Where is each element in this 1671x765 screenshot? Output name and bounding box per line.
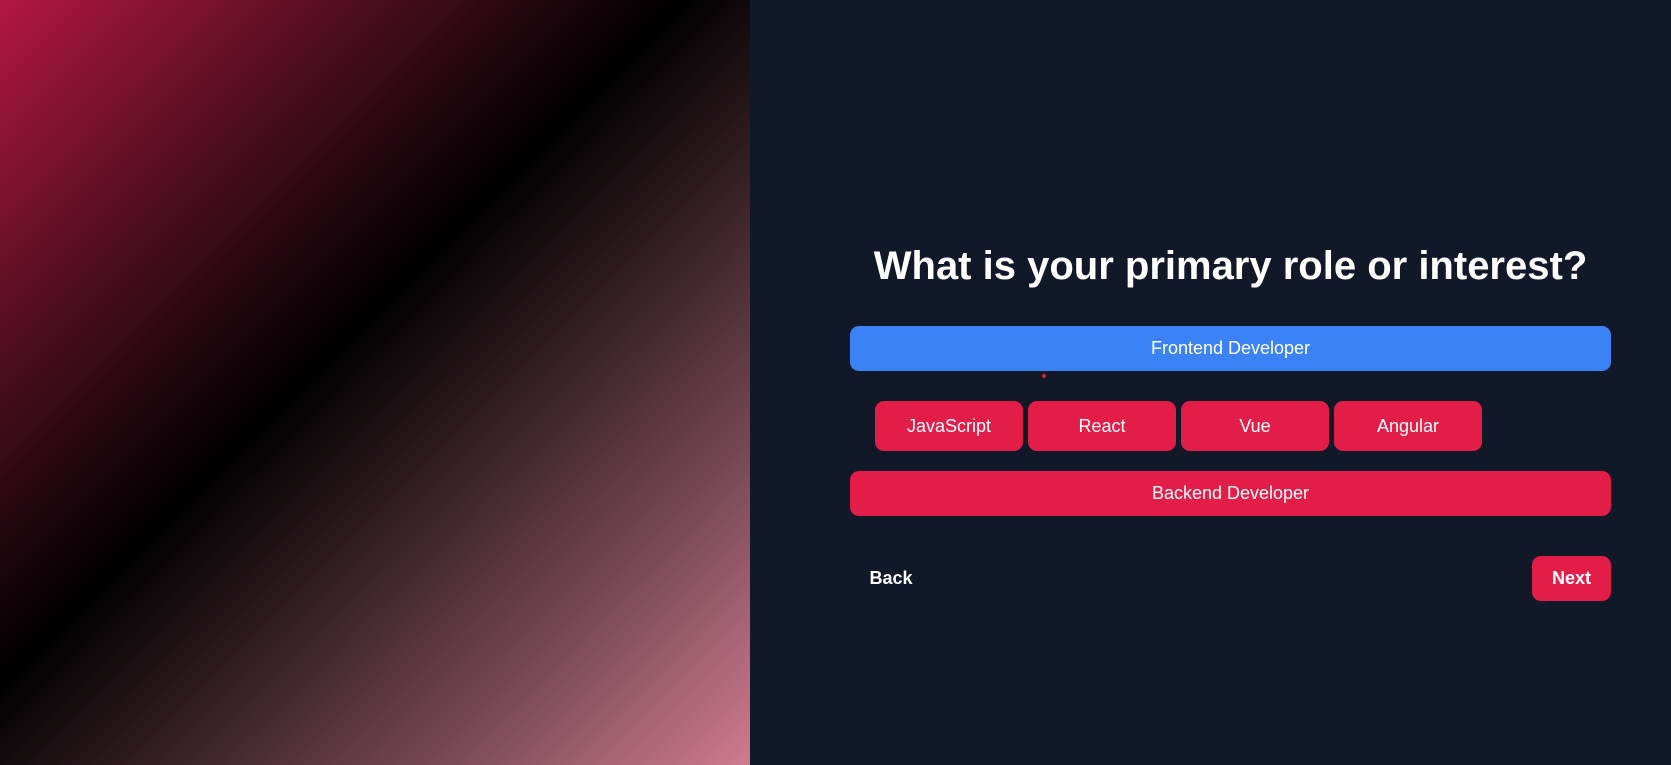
back-button[interactable]: Back bbox=[850, 556, 932, 601]
sub-option-react[interactable]: React bbox=[1028, 401, 1176, 451]
question-title: What is your primary role or interest? bbox=[873, 244, 1588, 288]
onboarding-page: What is your primary role or interest? F… bbox=[0, 0, 1671, 765]
sub-option-javascript[interactable]: JavaScript bbox=[875, 401, 1023, 451]
next-button[interactable]: Next bbox=[1532, 556, 1611, 601]
gradient-panel bbox=[0, 0, 750, 765]
option-frontend-developer[interactable]: Frontend Developer bbox=[850, 326, 1611, 371]
sub-options-group: JavaScript React Vue Angular bbox=[875, 401, 1482, 451]
indicator-dot bbox=[1042, 374, 1046, 378]
sub-option-vue[interactable]: Vue bbox=[1181, 401, 1329, 451]
sub-option-angular[interactable]: Angular bbox=[1334, 401, 1482, 451]
option-backend-developer[interactable]: Backend Developer bbox=[850, 471, 1611, 516]
question-panel: What is your primary role or interest? F… bbox=[750, 0, 1671, 765]
